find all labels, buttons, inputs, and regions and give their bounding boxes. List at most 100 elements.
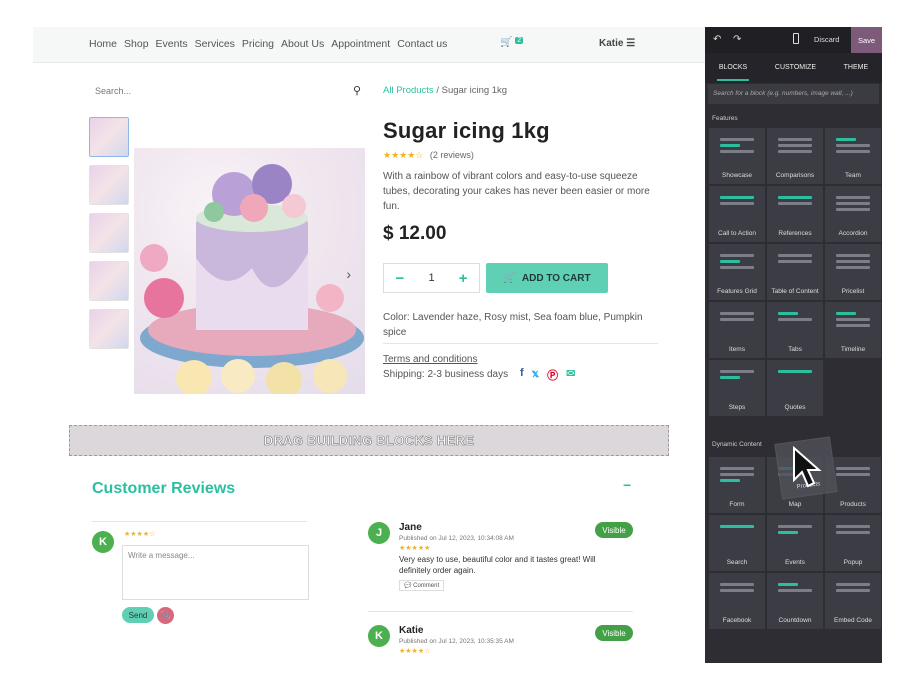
block-showcase[interactable]: Showcase — [709, 128, 765, 184]
features-section-title: Features — [712, 115, 738, 122]
product-title: Sugar icing 1kg — [383, 118, 550, 143]
thumbnail[interactable] — [89, 117, 129, 157]
tab-customize[interactable]: CUSTOMIZE — [773, 56, 818, 81]
block-features-grid[interactable]: Features Grid — [709, 244, 765, 300]
block-search[interactable]: Search — [709, 515, 765, 571]
thumbnail[interactable] — [89, 165, 129, 205]
twitter-icon[interactable]: 𝕩 — [532, 367, 539, 383]
review-count-link[interactable]: (2 reviews) — [430, 150, 474, 160]
breadcrumb-current: Sugar icing 1kg — [441, 85, 508, 96]
top-navigation: Home Shop Events Services Pricing About … — [33, 27, 705, 63]
next-image-arrow-icon[interactable]: › — [346, 266, 351, 282]
breadcrumb: All Products / Sugar icing 1kg — [383, 85, 507, 96]
redo-icon[interactable]: ↷ — [733, 34, 741, 45]
visible-toggle[interactable]: Visible — [595, 625, 633, 641]
nav-link-events[interactable]: Events — [156, 38, 188, 50]
block-events[interactable]: Events — [767, 515, 823, 571]
website-canvas: Home Shop Events Services Pricing About … — [33, 27, 705, 663]
review-body: Very easy to use, beautiful color and it… — [399, 555, 596, 575]
block-call-to-action[interactable]: Call to Action — [709, 186, 765, 242]
mobile-preview-icon[interactable] — [793, 33, 799, 44]
review-date: Published on Jul 12, 2023, 10:35:35 AM — [399, 638, 514, 645]
product-colors: Color: Lavender haze, Rosy mist, Sea foa… — [383, 312, 643, 338]
review-stars: ★★★★☆ — [399, 648, 431, 655]
add-to-cart-label: ADD TO CART — [521, 272, 591, 284]
block-popup[interactable]: Popup — [825, 515, 881, 571]
visible-toggle[interactable]: Visible — [595, 522, 633, 538]
email-icon[interactable]: ✉ — [566, 367, 575, 383]
block-tabs[interactable]: Tabs — [767, 302, 823, 358]
cart-icon: 🛒 — [503, 272, 516, 284]
block-accordion[interactable]: Accordion — [825, 186, 881, 242]
nav-link-pricing[interactable]: Pricing — [242, 38, 274, 50]
search-input[interactable]: Search... — [95, 86, 131, 96]
breadcrumb-separator: / — [436, 85, 439, 96]
tab-theme[interactable]: THEME — [842, 56, 871, 81]
block-team[interactable]: Team — [825, 128, 881, 184]
send-button[interactable]: Send — [122, 607, 154, 623]
block-form[interactable]: Form — [709, 457, 765, 513]
quantity-input[interactable]: 1 — [416, 264, 448, 292]
review-date: Published on Jul 12, 2023, 10:34:08 AM — [399, 535, 514, 542]
block-references[interactable]: References — [767, 186, 823, 242]
nav-link-home[interactable]: Home — [89, 38, 117, 50]
product-description: With a rainbow of vibrant colors and eas… — [383, 171, 650, 212]
comment-label: Comment — [413, 583, 440, 589]
product-search[interactable]: Search... ⚲ — [95, 83, 361, 101]
add-to-cart-button[interactable]: 🛒 ADD TO CART — [486, 263, 608, 293]
attachment-button[interactable]: 📎 — [157, 607, 174, 624]
collapse-reviews-button[interactable]: − — [623, 477, 631, 493]
reviewer-name: Jane — [399, 522, 422, 533]
nav-link-about[interactable]: About Us — [281, 38, 324, 50]
block-steps[interactable]: Steps — [709, 360, 765, 416]
thumbnail[interactable] — [89, 261, 129, 301]
block-search-input[interactable]: Search for a block (e.g. numbers, image … — [708, 84, 879, 104]
user-menu[interactable]: Katie ☰ — [599, 38, 635, 49]
block-items[interactable]: Items — [709, 302, 765, 358]
block-timeline[interactable]: Timeline — [825, 302, 881, 358]
block-quotes[interactable]: Quotes — [767, 360, 823, 416]
nav-link-appointment[interactable]: Appointment — [331, 38, 390, 50]
comment-icon: 💬 — [404, 583, 414, 589]
block-table-of-content[interactable]: Table of Content — [767, 244, 823, 300]
block-pricelist[interactable]: Pricelist — [825, 244, 881, 300]
quantity-minus-button[interactable]: − — [384, 264, 416, 292]
divider — [383, 343, 658, 344]
cart-count-badge: 2 — [515, 37, 524, 44]
search-icon[interactable]: ⚲ — [353, 84, 361, 97]
pinterest-icon[interactable]: Ⓟ — [547, 367, 558, 383]
message-input[interactable]: Write a message... — [122, 545, 309, 600]
quantity-plus-button[interactable]: + — [447, 264, 479, 292]
cart-button[interactable]: 🛒 2 — [500, 37, 524, 48]
nav-links: Home Shop Events Services Pricing About … — [89, 38, 447, 50]
nav-link-shop[interactable]: Shop — [124, 38, 149, 50]
block-countdown[interactable]: Countdown — [767, 573, 823, 629]
facebook-icon[interactable]: f — [520, 367, 524, 383]
cart-icon: 🛒 — [500, 37, 513, 48]
drop-zone[interactable]: DRAG BUILDING BLOCKS HERE — [69, 425, 669, 456]
thumbnail[interactable] — [89, 309, 129, 349]
block-comparisons[interactable]: Comparisons — [767, 128, 823, 184]
block-embed-code[interactable]: Embed Code — [825, 573, 881, 629]
share-links: f 𝕩 Ⓟ ✉ — [520, 367, 575, 383]
features-grid: Showcase Comparisons Team Call to Action… — [709, 128, 881, 416]
divider — [368, 611, 633, 612]
discard-button[interactable]: Discard — [814, 35, 839, 44]
breadcrumb-all-products[interactable]: All Products — [383, 85, 434, 96]
reviews-title: Customer Reviews — [92, 480, 236, 497]
nav-link-services[interactable]: Services — [195, 38, 235, 50]
avatar: J — [368, 522, 390, 544]
divider — [92, 521, 307, 522]
undo-icon[interactable]: ↶ — [713, 34, 721, 45]
comment-button[interactable]: 💬 Comment — [399, 580, 445, 591]
nav-link-contact[interactable]: Contact us — [397, 38, 447, 50]
tab-blocks[interactable]: BLOCKS — [716, 56, 750, 81]
save-button[interactable]: Save — [851, 27, 882, 53]
rating-input[interactable]: ★★★★☆ — [124, 530, 155, 538]
editor-panel: ↶ ↷ Discard Save BLOCKS CUSTOMIZE THEME … — [705, 27, 882, 663]
terms-link[interactable]: Terms and conditions — [383, 354, 478, 365]
block-facebook[interactable]: Facebook — [709, 573, 765, 629]
avatar: K — [368, 625, 390, 647]
thumbnail[interactable] — [89, 213, 129, 253]
mouse-cursor-icon — [793, 446, 822, 488]
